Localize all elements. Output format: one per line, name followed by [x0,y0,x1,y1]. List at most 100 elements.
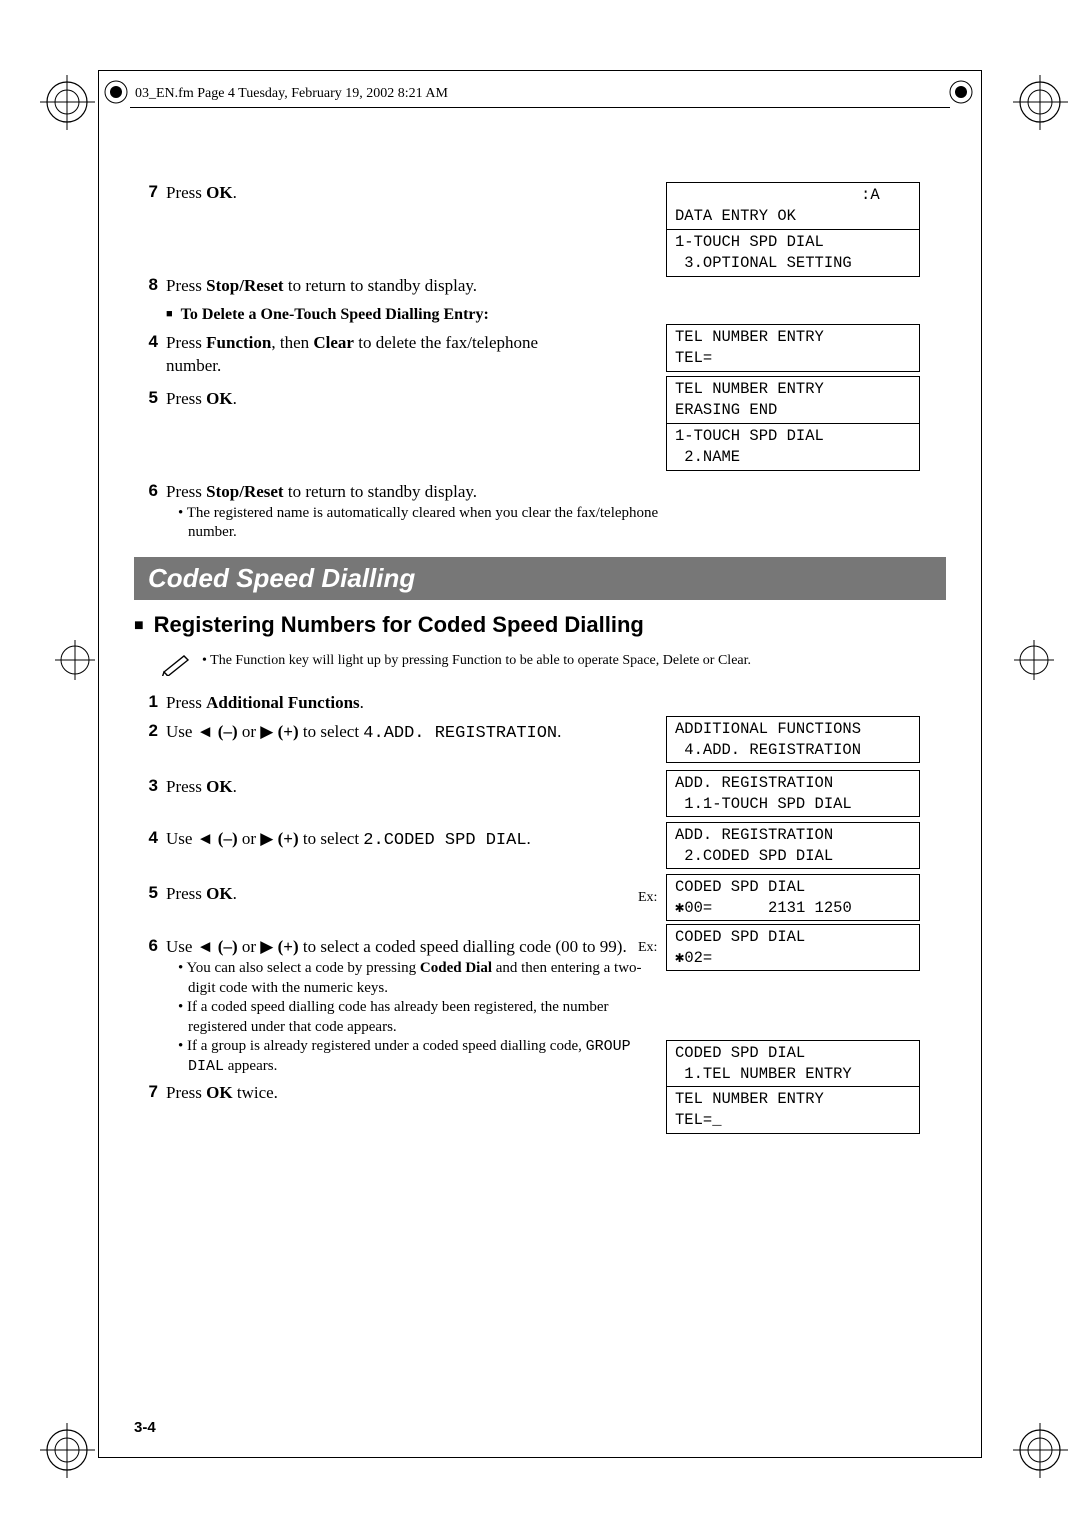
tip-row: • The Function key will light up by pres… [162,652,946,682]
text: Press [166,777,206,796]
text: to be able to operate [502,653,623,668]
right-arrow-icon: ▶ [260,937,273,956]
text: Use [166,937,197,956]
step-body: Press Stop/Reset to return to standby di… [166,275,946,298]
text: . [233,884,237,903]
lcd-group: TEL NUMBER ENTRY TEL= [666,324,946,372]
step-number: 5 [134,883,158,903]
text: , [656,653,663,668]
crosshair-right [1014,640,1054,685]
lcd-group: Ex: CODED SPD DIAL ✱00= 2131 1250 [666,874,946,922]
text: . [233,389,237,408]
mono-text: 4.ADD. REGISTRATION [363,724,557,743]
bold-text: OK [206,884,232,903]
left-arrow-icon: ◄ [197,829,214,848]
bold-text: Space [622,653,655,668]
bold-text: Coded Dial [420,960,492,976]
right-arrow-icon: ▶ [260,722,273,741]
step-number: 4 [134,828,158,848]
text: If a group is already registered under a… [187,1038,586,1054]
lcd-display: ADDITIONAL FUNCTIONS 4.ADD. REGISTRATION [666,716,920,764]
note: • If a group is already registered under… [178,1037,666,1076]
mono-text: 2.CODED SPD DIAL [363,831,526,850]
header-rule [130,107,950,108]
lcd-display: ADD. REGISTRATION 1.1-TOUCH SPD DIAL [666,770,920,818]
step-number: 7 [134,182,158,202]
lcd-display: CODED SPD DIAL ✱02= [666,924,920,972]
example-label: Ex: [638,940,657,956]
text: Press [166,183,206,202]
step-number: 8 [134,275,158,295]
text: Use [166,829,197,848]
note: • The registered name is automatically c… [178,504,686,543]
text: to select a coded speed dialling code (0… [299,937,627,956]
bold-text: Stop/Reset [206,482,283,501]
registration-mark-top-left [40,75,95,130]
page-content: 7 Press OK. :A DATA ENTRY OK 1-TOUCH SPD… [134,182,946,1111]
text: . [557,722,561,741]
text: or [238,722,261,741]
text: or [699,653,718,668]
bold-text: (–) [214,722,238,741]
note: • If a coded speed dialling code has alr… [178,998,666,1037]
text: or [238,937,261,956]
text: appears. [224,1058,277,1074]
lcd-group: TEL NUMBER ENTRY ERASING END 1-TOUCH SPD… [666,376,946,471]
lcd-display: 1-TOUCH SPD DIAL 3.OPTIONAL SETTING [666,230,920,277]
text: to select [299,722,364,741]
subheading-delete-entry: To Delete a One-Touch Speed Dialling Ent… [166,306,946,324]
bold-text: (+) [273,829,298,848]
lcd-group: Ex: CODED SPD DIAL ✱02= [666,924,946,972]
step-body: Press Additional Functions. [166,692,946,715]
page-number: 3-4 [134,1419,156,1436]
text: Press [166,276,206,295]
lcd-display: CODED SPD DIAL 1.TEL NUMBER ENTRY [666,1040,920,1088]
lcd-group: :A DATA ENTRY OK 1-TOUCH SPD DIAL 3.OPTI… [666,182,946,277]
step-number: 7 [134,1082,158,1102]
section-heading: Coded Speed Dialling [134,557,946,600]
text: Press [166,482,206,501]
text: to return to standby display. [284,482,477,501]
text: Press [166,1083,206,1102]
lcd-group: ADD. REGISTRATION 1.1-TOUCH SPD DIAL [666,770,946,818]
step-body: Use ◄ (–) or ▶ (+) to select a coded spe… [166,936,666,1076]
pencil-note-icon [162,652,202,682]
text: twice. [233,1083,278,1102]
lcd-display: ADD. REGISTRATION 2.CODED SPD DIAL [666,822,920,870]
bold-text: Clear [718,653,748,668]
text: . [360,693,364,712]
step-number: 4 [134,332,158,352]
text: . [748,653,752,668]
lcd-display: 1-TOUCH SPD DIAL 2.NAME [666,424,920,471]
bold-text: OK [206,183,232,202]
bold-text: OK [206,1083,232,1102]
step-number: 6 [134,936,158,956]
text: If a coded speed dialling code has alrea… [187,999,609,1035]
registration-mark-top-right [1013,75,1068,130]
lcd-display: :A DATA ENTRY OK [666,182,920,230]
page-header: 03_EN.fm Page 4 Tuesday, February 19, 20… [135,86,448,102]
bold-text: OK [206,389,232,408]
step-number: 2 [134,721,158,741]
text: The [210,653,235,668]
bold-text: Function [235,653,285,668]
step-body: Press Function, then Clear to delete the… [166,332,596,378]
bold-text: Function [206,333,271,352]
text: key will light up by pressing [285,653,452,668]
text: Press [166,333,206,352]
bold-text: Clear [313,333,354,352]
example-label: Ex: [638,890,657,906]
right-arrow-icon: ▶ [260,829,273,848]
text: or [238,829,261,848]
step-number: 3 [134,776,158,796]
bold-text: Delete [663,653,700,668]
lcd-display: TEL NUMBER ENTRY ERASING END [666,376,920,424]
step-number: 5 [134,388,158,408]
bold-text: (–) [214,829,238,848]
registration-mark-bottom-left [40,1423,95,1478]
lcd-group: ADD. REGISTRATION 2.CODED SPD DIAL [666,822,946,870]
text: , then [271,333,313,352]
step-number: 6 [134,481,158,501]
text: . [527,829,531,848]
note-text: The registered name is automatically cle… [187,505,658,541]
